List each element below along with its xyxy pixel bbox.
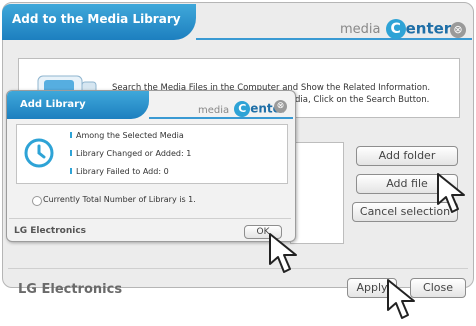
- info-radio-icon: [32, 196, 42, 206]
- result-line-3-text: Library Failed to Add: 0: [76, 167, 169, 176]
- dialog-footer-brand: LG Electronics: [14, 226, 87, 236]
- dialog-close-icon[interactable]: ⊗: [274, 100, 287, 113]
- media-list-panel: [290, 142, 344, 244]
- result-line-1-text: Among the Selected Media: [76, 131, 184, 140]
- result-line-2: Library Changed or Added: 1: [70, 149, 192, 158]
- bullet-mark: [70, 150, 72, 156]
- result-line-1: Among the Selected Media: [70, 131, 184, 140]
- clock-icon: [24, 138, 54, 172]
- mouse-cursor-icon: [436, 172, 472, 220]
- dialog-title-divider: [149, 117, 293, 119]
- mediacenter-logo: media Center: [340, 18, 451, 39]
- mouse-cursor-icon: [386, 278, 422, 326]
- footer-brand: LG Electronics: [18, 282, 123, 297]
- logo-text-suffix: enter: [405, 19, 452, 38]
- dialog-title: Add Library: [20, 99, 86, 110]
- window-title: Add to the Media Library: [12, 12, 181, 26]
- mouse-cursor-icon: [268, 232, 304, 280]
- dialog-logo-text-prefix: media: [198, 105, 230, 116]
- logo-text-prefix: media: [340, 22, 381, 37]
- dialog-footer-divider: [9, 218, 291, 219]
- total-library-text: Currently Total Number of Library is 1.: [43, 195, 196, 204]
- logo-c-icon: C: [385, 18, 406, 39]
- bullet-mark: [70, 132, 72, 138]
- result-line-2-text: Library Changed or Added: 1: [76, 149, 192, 158]
- footer-divider: [8, 268, 468, 269]
- add-folder-button[interactable]: Add folder: [356, 146, 458, 166]
- result-line-3: Library Failed to Add: 0: [70, 167, 169, 176]
- dialog-logo-c-icon: C: [234, 100, 251, 117]
- close-icon[interactable]: ⊗: [450, 22, 466, 38]
- bullet-mark: [70, 168, 72, 174]
